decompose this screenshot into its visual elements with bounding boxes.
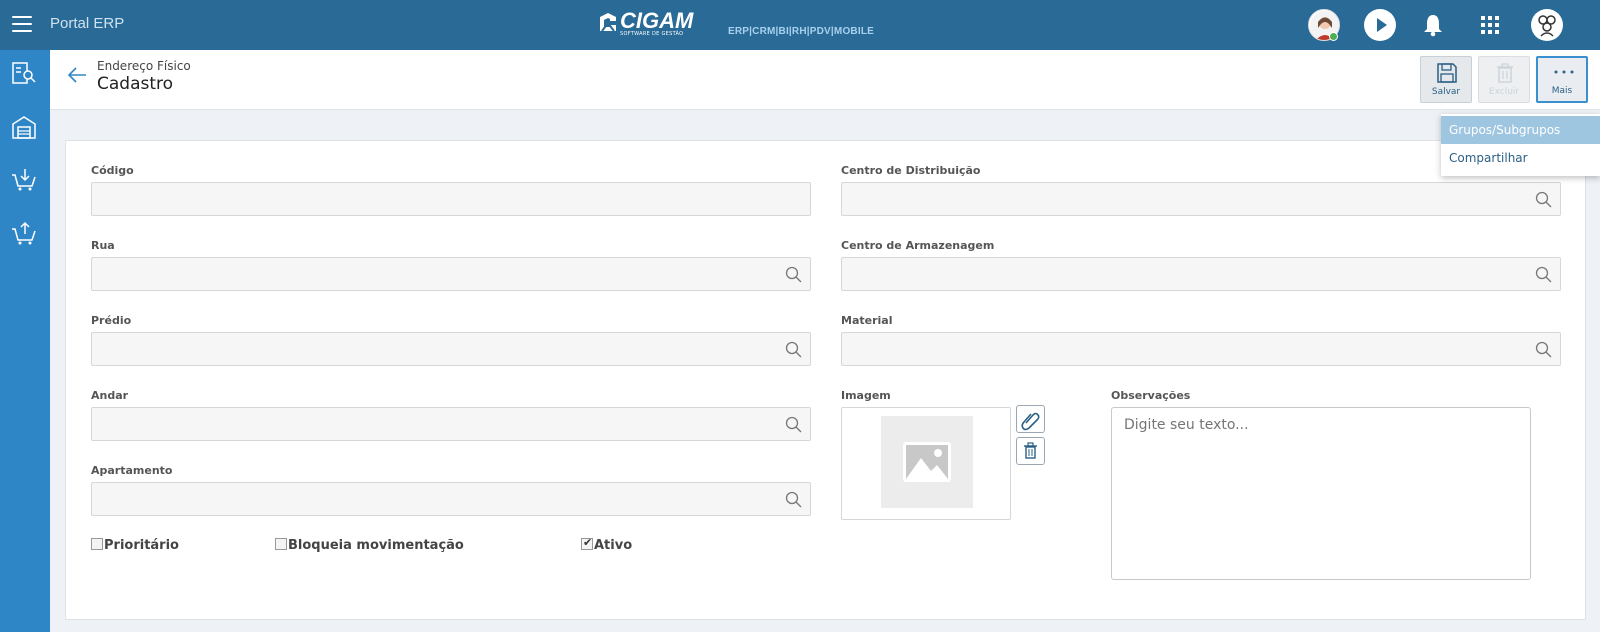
online-status-icon [1329, 32, 1338, 41]
image-placeholder [881, 416, 973, 508]
codigo-label: Código [91, 164, 134, 177]
warehouse-icon[interactable] [11, 114, 37, 140]
apartamento-field[interactable] [91, 482, 811, 516]
menu-icon[interactable] [12, 16, 32, 32]
apartamento-search-icon[interactable] [785, 491, 802, 508]
observacoes-label: Observações [1111, 389, 1191, 402]
bloqueia-checkbox-box[interactable] [275, 537, 287, 550]
delete-button[interactable]: Excluir [1478, 56, 1530, 103]
back-arrow-icon[interactable] [66, 65, 88, 85]
ativo-label: Ativo [594, 538, 633, 553]
andar-field[interactable] [91, 407, 811, 441]
top-bar: Portal ERP CIGAM SOFTWARE DE GESTÃO ERP|… [0, 0, 1600, 50]
ativo-checkbox[interactable]: Ativo [581, 536, 633, 553]
remove-image-button[interactable] [1016, 437, 1045, 465]
logo-subtitle: SOFTWARE DE GESTÃO [620, 31, 684, 37]
trash-icon [1024, 442, 1037, 459]
more-button-label: Mais [1551, 86, 1573, 96]
cart-in-icon[interactable] [11, 166, 37, 192]
cigam-logo: CIGAM SOFTWARE DE GESTÃO [598, 8, 694, 39]
save-button[interactable]: Salvar [1420, 56, 1472, 103]
page-header: Endereço Físico Cadastro Salvar Excluir … [50, 50, 1600, 110]
rua-search-icon[interactable] [785, 266, 802, 283]
inventory-search-icon[interactable] [11, 60, 37, 86]
centro-armazenagem-field[interactable] [841, 257, 1561, 291]
save-icon [1437, 63, 1457, 83]
apartamento-label: Apartamento [91, 464, 173, 477]
bloqueia-checkbox[interactable]: Bloqueia movimentação [275, 537, 464, 553]
apps-grid-icon[interactable] [1480, 15, 1500, 35]
observacoes-textarea[interactable] [1111, 407, 1531, 580]
logo-products: ERP|CRM|BI|RH|PDV|MOBILE [728, 26, 875, 37]
material-label: Material [841, 314, 893, 327]
material-field[interactable] [841, 332, 1561, 366]
rua-label: Rua [91, 239, 115, 252]
menu-item-grupos-subgrupos[interactable]: Grupos/Subgrupos [1441, 116, 1600, 144]
ativo-checkbox-box[interactable] [581, 536, 593, 550]
centro-distribuicao-search-icon[interactable] [1535, 191, 1552, 208]
sidebar [0, 50, 50, 632]
app-title: Portal ERP [50, 15, 125, 32]
more-dropdown-menu: Grupos/Subgrupos Compartilhar [1441, 114, 1600, 176]
rua-field[interactable] [91, 257, 811, 291]
company-avatar-icon [1532, 10, 1562, 40]
andar-search-icon[interactable] [785, 416, 802, 433]
page-title: Cadastro [97, 74, 174, 94]
play-button[interactable] [1364, 9, 1396, 41]
play-icon [1377, 18, 1387, 32]
attach-image-button[interactable] [1016, 405, 1045, 433]
predio-search-icon[interactable] [785, 341, 802, 358]
andar-label: Andar [91, 389, 129, 402]
imagem-label: Imagem [841, 389, 891, 402]
company-avatar[interactable] [1531, 9, 1563, 41]
centro-armazenagem-label: Centro de Armazenagem [841, 239, 995, 252]
cart-out-icon[interactable] [11, 220, 37, 246]
image-upload-box[interactable] [841, 407, 1011, 520]
image-placeholder-icon [903, 442, 951, 482]
bell-icon[interactable] [1422, 13, 1444, 37]
codigo-field[interactable] [91, 182, 811, 216]
bloqueia-label: Bloqueia movimentação [288, 538, 464, 553]
menu-item-compartilhar[interactable]: Compartilhar [1441, 144, 1600, 172]
trash-icon [1497, 63, 1513, 83]
cigam-logo-mark-icon [600, 13, 616, 32]
form-card: Código Rua Prédio Andar Apartamento Cent… [65, 140, 1586, 620]
prioritario-label: Prioritário [104, 538, 179, 553]
more-dots-icon [1554, 70, 1574, 74]
centro-distribuicao-label: Centro de Distribuição [841, 164, 981, 177]
centro-distribuicao-field[interactable] [841, 182, 1561, 216]
more-button[interactable]: Mais [1536, 56, 1588, 103]
predio-field[interactable] [91, 332, 811, 366]
material-search-icon[interactable] [1535, 341, 1552, 358]
centro-armazenagem-search-icon[interactable] [1535, 266, 1552, 283]
paperclip-icon [1021, 412, 1040, 431]
prioritario-checkbox-box[interactable] [91, 537, 103, 550]
logo-word: CIGAM [620, 8, 694, 33]
prioritario-checkbox[interactable]: Prioritário [91, 537, 179, 553]
predio-label: Prédio [91, 314, 132, 327]
delete-button-label: Excluir [1488, 87, 1520, 97]
breadcrumb: Endereço Físico [97, 59, 191, 73]
save-button-label: Salvar [1431, 87, 1461, 97]
